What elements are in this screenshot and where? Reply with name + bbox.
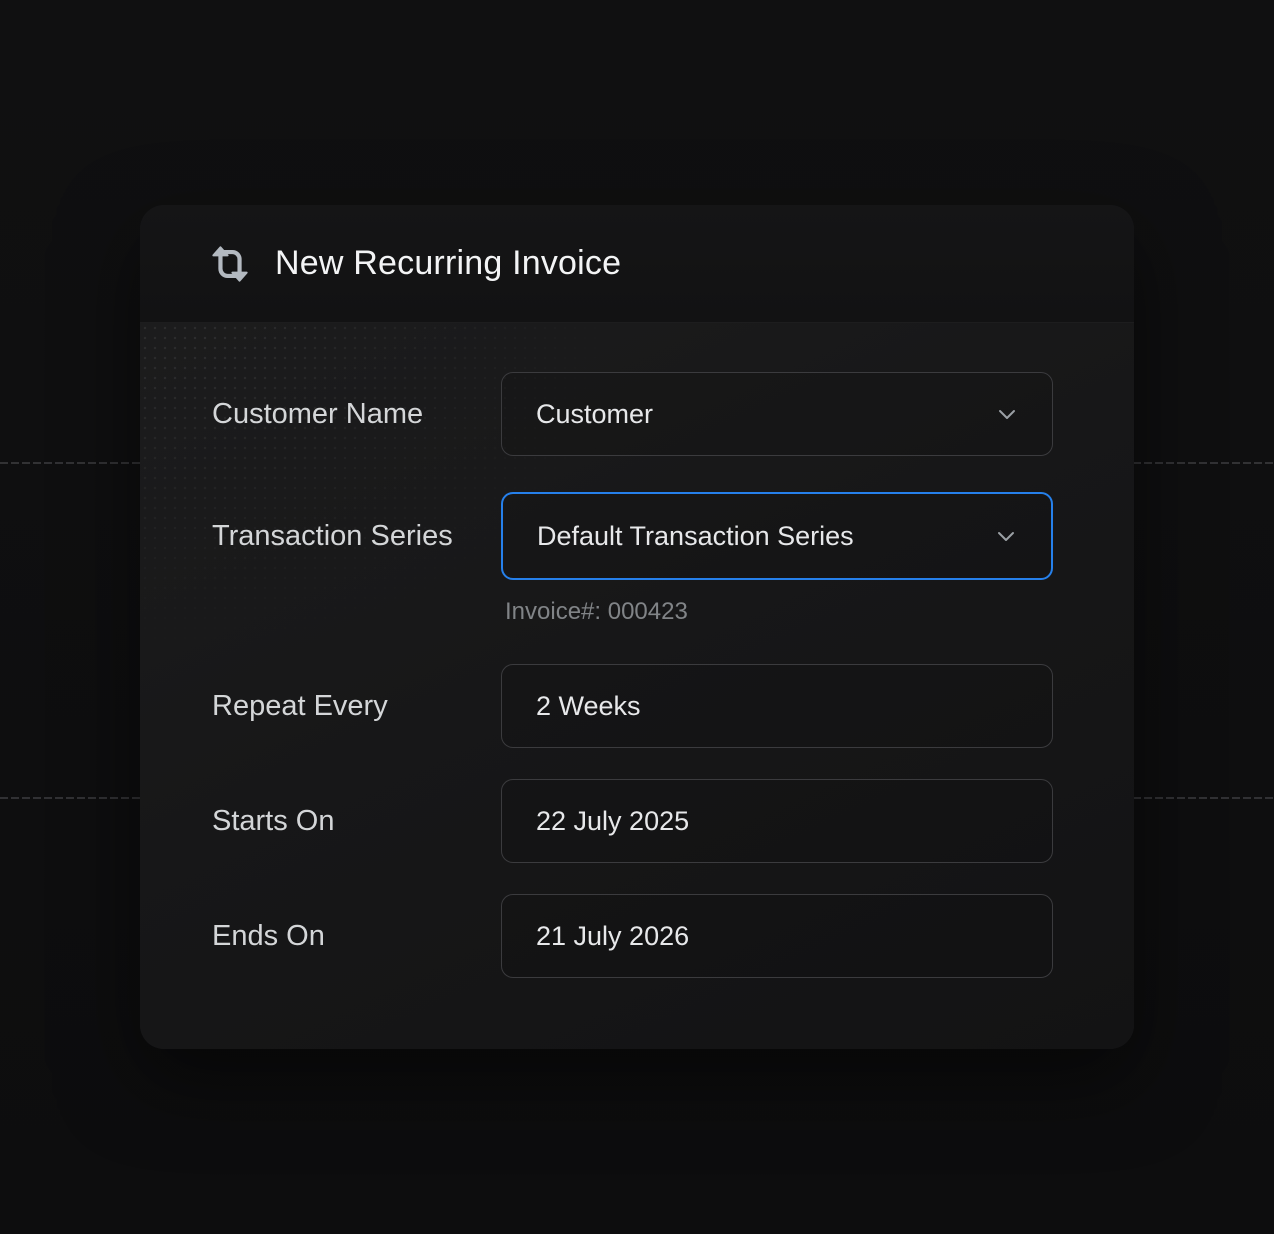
repeat-every-label: Repeat Every <box>140 690 501 723</box>
transaction-series-label: Transaction Series <box>140 492 501 580</box>
modal-header: New Recurring Invoice <box>140 205 1134 323</box>
form-row-customer-name: Customer Name Customer <box>140 372 1134 456</box>
ends-on-date-input[interactable]: 21 July 2026 <box>501 894 1053 978</box>
new-recurring-invoice-modal: New Recurring Invoice Customer Name Cust… <box>140 205 1134 1049</box>
form-row-ends-on: Ends On 21 July 2026 <box>140 894 1134 978</box>
invoice-number-helper: Invoice#: 000423 <box>505 598 1053 626</box>
customer-name-label: Customer Name <box>140 398 501 431</box>
ends-on-value: 21 July 2026 <box>536 921 1022 952</box>
customer-name-select[interactable]: Customer <box>501 372 1053 456</box>
customer-name-value: Customer <box>536 399 992 430</box>
starts-on-date-input[interactable]: 22 July 2025 <box>501 779 1053 863</box>
form-row-starts-on: Starts On 22 July 2025 <box>140 779 1134 863</box>
modal-title: New Recurring Invoice <box>275 244 621 283</box>
transaction-series-select[interactable]: Default Transaction Series <box>501 492 1053 580</box>
starts-on-value: 22 July 2025 <box>536 806 1022 837</box>
transaction-series-value: Default Transaction Series <box>537 521 991 552</box>
form-row-transaction-series: Transaction Series Default Transaction S… <box>140 492 1134 626</box>
repeat-every-input[interactable]: 2 Weeks <box>501 664 1053 748</box>
modal-body: Customer Name Customer Transaction Serie… <box>140 323 1134 1049</box>
repeat-icon <box>207 243 253 285</box>
app-background: New Recurring Invoice Customer Name Cust… <box>0 0 1274 1234</box>
ends-on-label: Ends On <box>140 920 501 953</box>
starts-on-label: Starts On <box>140 805 501 838</box>
form-row-repeat-every: Repeat Every 2 Weeks <box>140 664 1134 748</box>
repeat-every-value: 2 Weeks <box>536 691 1022 722</box>
chevron-down-icon <box>992 399 1022 429</box>
chevron-down-icon <box>991 521 1021 551</box>
